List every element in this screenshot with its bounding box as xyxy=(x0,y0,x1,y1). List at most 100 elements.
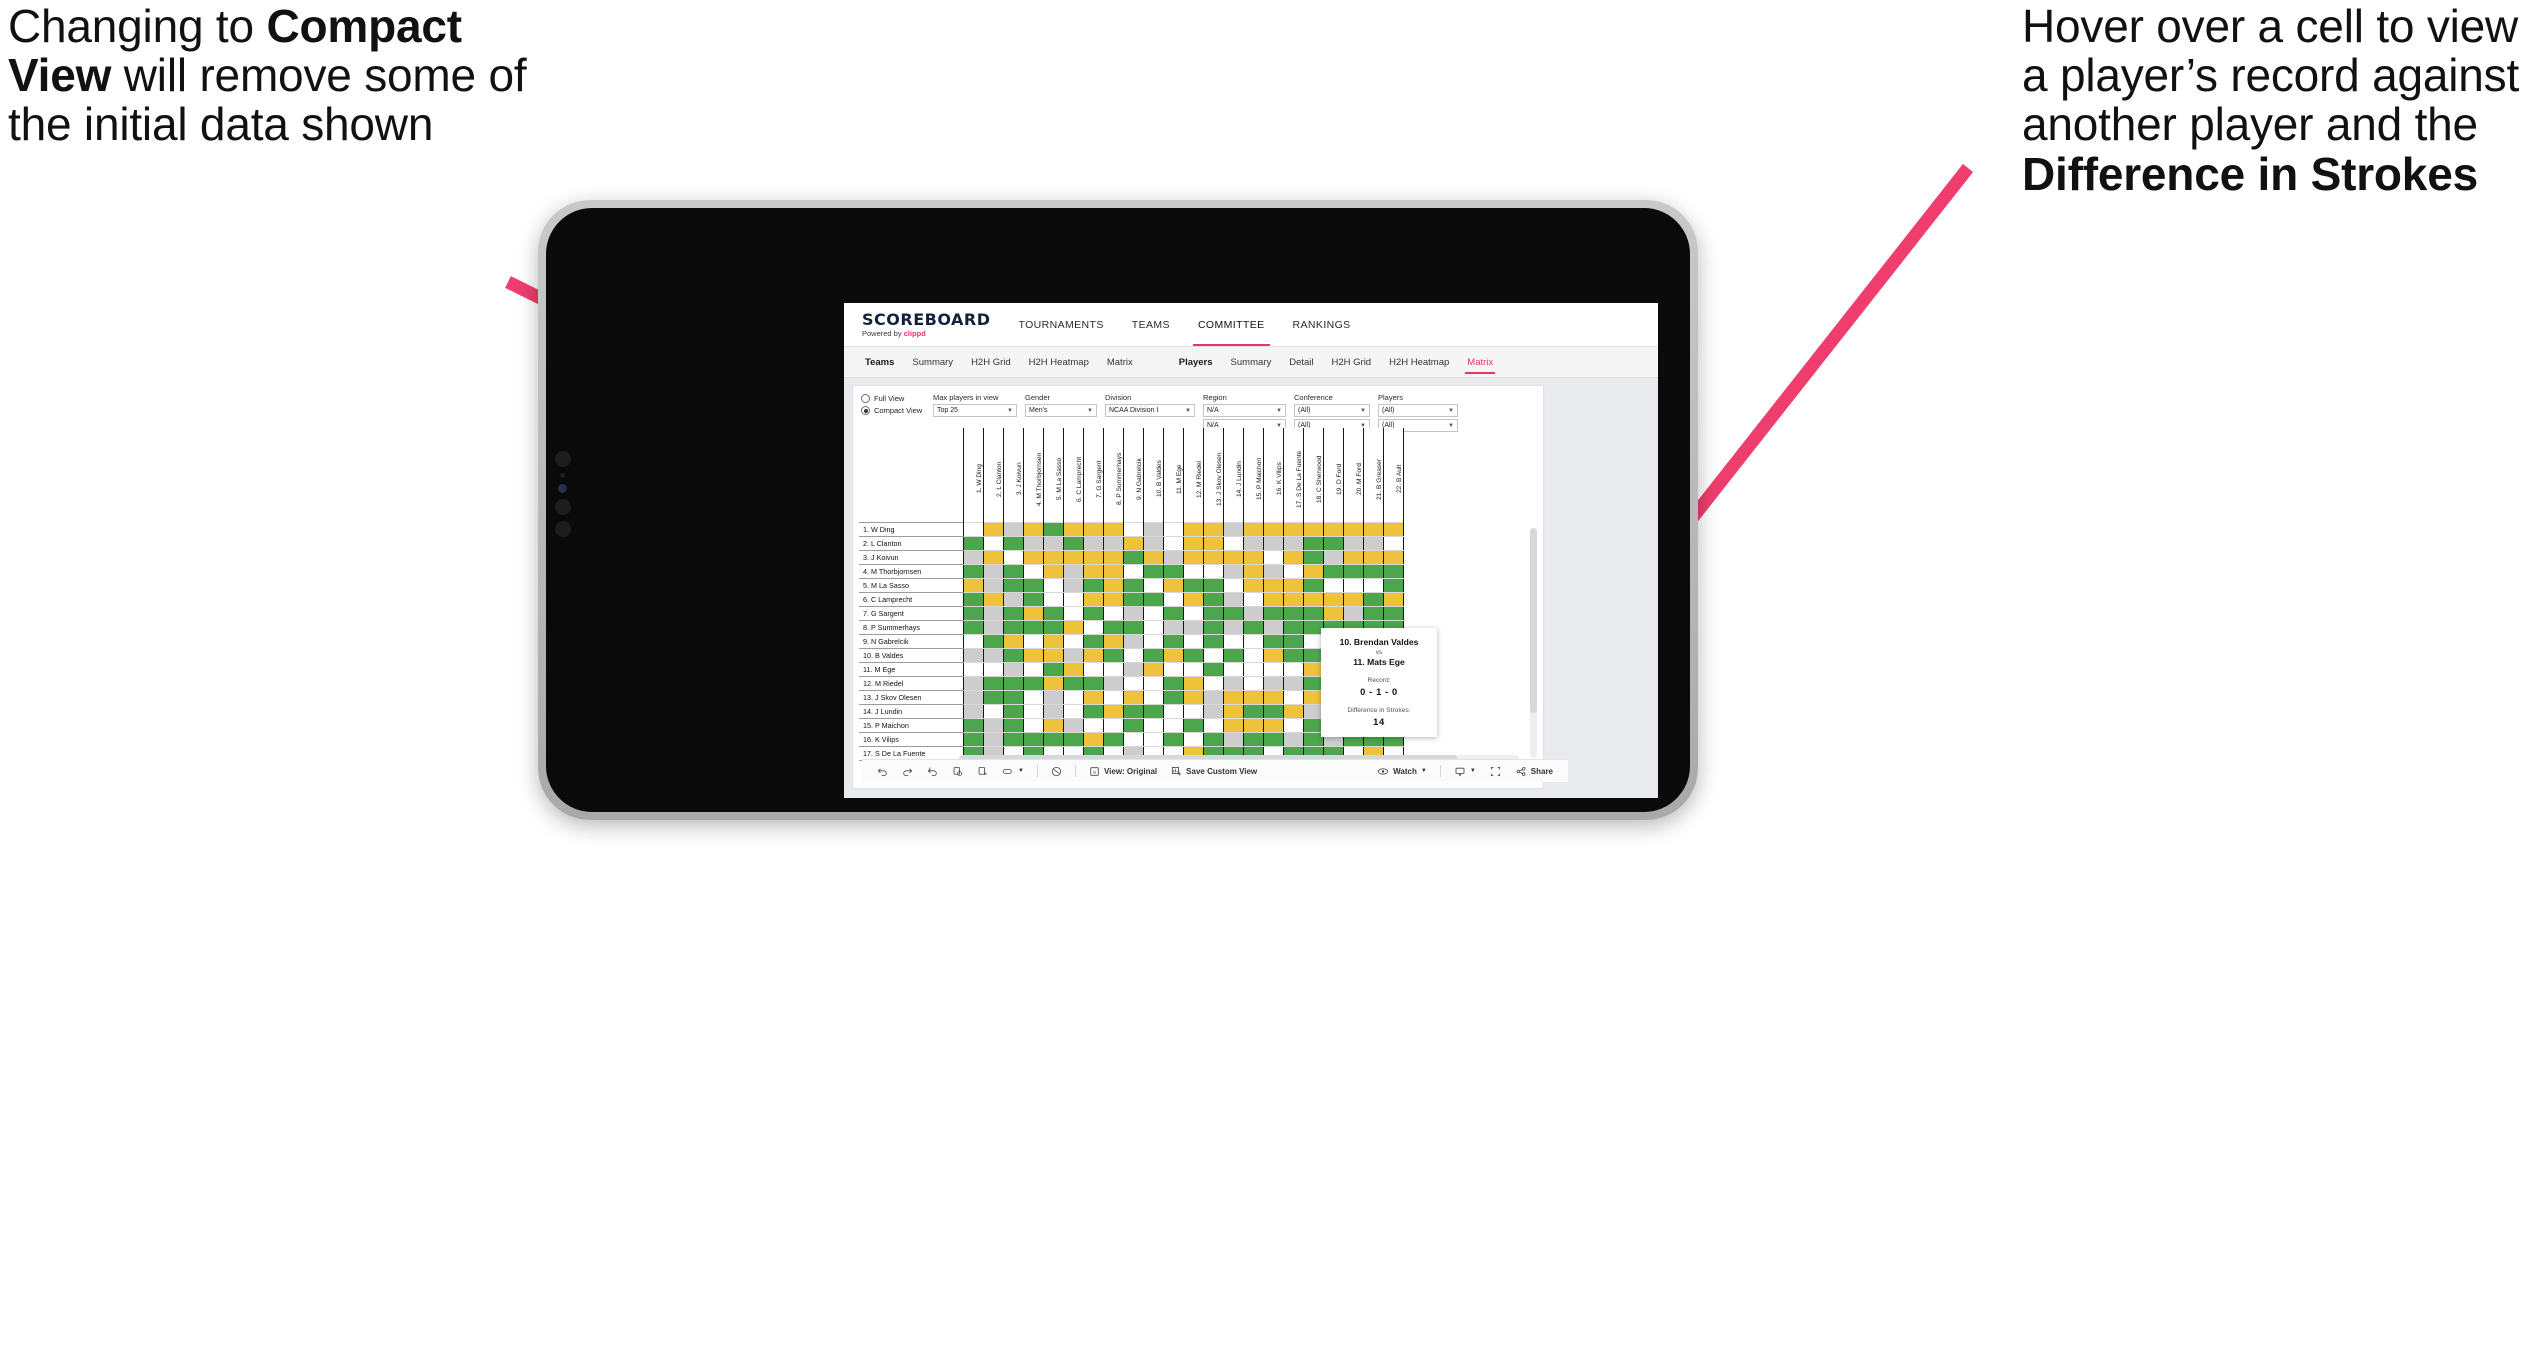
matrix-cell[interactable] xyxy=(1163,662,1184,677)
matrix-cell[interactable] xyxy=(1123,522,1144,537)
matrix-cell[interactable] xyxy=(1023,550,1044,565)
matrix-cell[interactable] xyxy=(1103,648,1124,663)
matrix-cell[interactable] xyxy=(1283,620,1304,635)
matrix-cell[interactable] xyxy=(1263,550,1284,565)
matrix-cell[interactable] xyxy=(1143,704,1164,719)
matrix-cell[interactable] xyxy=(1263,578,1284,593)
matrix-cell[interactable] xyxy=(1183,676,1204,691)
matrix-cell[interactable] xyxy=(1163,522,1184,537)
matrix-cell[interactable] xyxy=(963,522,984,537)
matrix-cell[interactable] xyxy=(1223,606,1244,621)
matrix-cell[interactable] xyxy=(1263,732,1284,747)
pause-updates-button[interactable] xyxy=(970,766,995,777)
matrix-cell[interactable] xyxy=(1363,550,1384,565)
matrix-cell[interactable] xyxy=(1003,662,1024,677)
matrix-cell[interactable] xyxy=(1283,564,1304,579)
radio-full-view[interactable]: Full View xyxy=(861,394,933,403)
fullscreen-button[interactable] xyxy=(1483,766,1508,777)
matrix-row-header[interactable]: 14. J Lundin xyxy=(859,704,964,719)
matrix-cell[interactable] xyxy=(1223,536,1244,551)
filter-gender-select[interactable]: Men’s ▼ xyxy=(1025,404,1097,417)
matrix-col-header[interactable]: 14. J Lundin xyxy=(1223,428,1244,523)
matrix-cell[interactable] xyxy=(1283,550,1304,565)
matrix-cell[interactable] xyxy=(1043,536,1064,551)
matrix-cell[interactable] xyxy=(1043,592,1064,607)
matrix-cell[interactable] xyxy=(1183,704,1204,719)
matrix-col-header[interactable]: 17. S De La Fuente xyxy=(1283,428,1304,523)
matrix-row-header[interactable]: 6. C Lamprecht xyxy=(859,592,964,607)
matrix-cell[interactable] xyxy=(1303,536,1324,551)
matrix-cell[interactable] xyxy=(1263,592,1284,607)
matrix-cell[interactable] xyxy=(1283,578,1304,593)
revert-button[interactable] xyxy=(920,766,945,777)
matrix-cell[interactable] xyxy=(963,564,984,579)
matrix-cell[interactable] xyxy=(1023,732,1044,747)
matrix-cell[interactable] xyxy=(1003,578,1024,593)
matrix-cell[interactable] xyxy=(1243,550,1264,565)
filter-conference-select[interactable]: (All) ▼ xyxy=(1294,404,1370,417)
matrix-cell[interactable] xyxy=(1003,704,1024,719)
matrix-cell[interactable] xyxy=(1283,634,1304,649)
matrix-cell[interactable] xyxy=(1063,564,1084,579)
matrix-cell[interactable] xyxy=(1023,704,1044,719)
matrix-cell[interactable] xyxy=(1203,606,1224,621)
matrix-cell[interactable] xyxy=(1323,564,1344,579)
matrix-cell[interactable] xyxy=(1323,578,1344,593)
matrix-cell[interactable] xyxy=(1163,718,1184,733)
matrix-cell[interactable] xyxy=(1163,578,1184,593)
matrix-cell[interactable] xyxy=(983,718,1004,733)
matrix-cell[interactable] xyxy=(1043,550,1064,565)
matrix-cell[interactable] xyxy=(1063,592,1084,607)
tab-players-detail[interactable]: Detail xyxy=(1280,347,1322,377)
matrix-cell[interactable] xyxy=(1103,620,1124,635)
matrix-cell[interactable] xyxy=(1383,564,1404,579)
matrix-cell[interactable] xyxy=(963,550,984,565)
matrix-cell[interactable] xyxy=(963,732,984,747)
matrix-row-header[interactable]: 8. P Summerhays xyxy=(859,620,964,635)
matrix-cell[interactable] xyxy=(1263,522,1284,537)
matrix-cell[interactable] xyxy=(1283,522,1304,537)
matrix-cell[interactable] xyxy=(1003,550,1024,565)
matrix-cell[interactable] xyxy=(1103,690,1124,705)
matrix-cell[interactable] xyxy=(1083,690,1104,705)
matrix-cell[interactable] xyxy=(1283,648,1304,663)
matrix-cell[interactable] xyxy=(1143,564,1164,579)
matrix-cell[interactable] xyxy=(1063,620,1084,635)
matrix-cell[interactable] xyxy=(1383,592,1404,607)
matrix-cell[interactable] xyxy=(1303,606,1324,621)
matrix-cell[interactable] xyxy=(1303,550,1324,565)
matrix-col-header[interactable]: 12. M Riedel xyxy=(1183,428,1204,523)
matrix-cell[interactable] xyxy=(1343,550,1364,565)
tab-teams-matrix[interactable]: Matrix xyxy=(1098,347,1142,377)
nav-teams[interactable]: TEAMS xyxy=(1118,303,1184,346)
matrix-cell[interactable] xyxy=(1203,676,1224,691)
matrix-cell[interactable] xyxy=(983,550,1004,565)
download-button[interactable]: ▼ xyxy=(1447,766,1483,777)
matrix-cell[interactable] xyxy=(1243,564,1264,579)
matrix-cell[interactable] xyxy=(1063,634,1084,649)
matrix-cell[interactable] xyxy=(1163,634,1184,649)
matrix-cell[interactable] xyxy=(1103,704,1124,719)
matrix-row-header[interactable]: 16. K Vilips xyxy=(859,732,964,747)
matrix-cell[interactable] xyxy=(1003,634,1024,649)
matrix-cell[interactable] xyxy=(983,676,1004,691)
matrix-cell[interactable] xyxy=(1083,564,1104,579)
matrix-cell[interactable] xyxy=(963,536,984,551)
matrix-cell[interactable] xyxy=(1143,634,1164,649)
tab-players-h2h-grid[interactable]: H2H Grid xyxy=(1323,347,1381,377)
matrix-row-header[interactable]: 10. B Valdes xyxy=(859,648,964,663)
matrix-row-header[interactable]: 12. M Riedel xyxy=(859,676,964,691)
matrix-row-header[interactable]: 5. M La Sasso xyxy=(859,578,964,593)
matrix-col-header[interactable]: 5. M La Sasso xyxy=(1043,428,1064,523)
matrix-cell[interactable] xyxy=(963,676,984,691)
matrix-cell[interactable] xyxy=(1103,718,1124,733)
brand-logo[interactable]: SCOREBOARD Powered by clippd xyxy=(844,311,1004,338)
vertical-scrollbar-thumb[interactable] xyxy=(1530,528,1537,713)
matrix-cell[interactable] xyxy=(1063,536,1084,551)
matrix-cell[interactable] xyxy=(1303,578,1324,593)
matrix-cell[interactable] xyxy=(1043,564,1064,579)
matrix-cell[interactable] xyxy=(1003,522,1024,537)
matrix-cell[interactable] xyxy=(1323,592,1344,607)
matrix-col-header[interactable]: 21. B Greaser xyxy=(1363,428,1384,523)
matrix-cell[interactable] xyxy=(1203,732,1224,747)
